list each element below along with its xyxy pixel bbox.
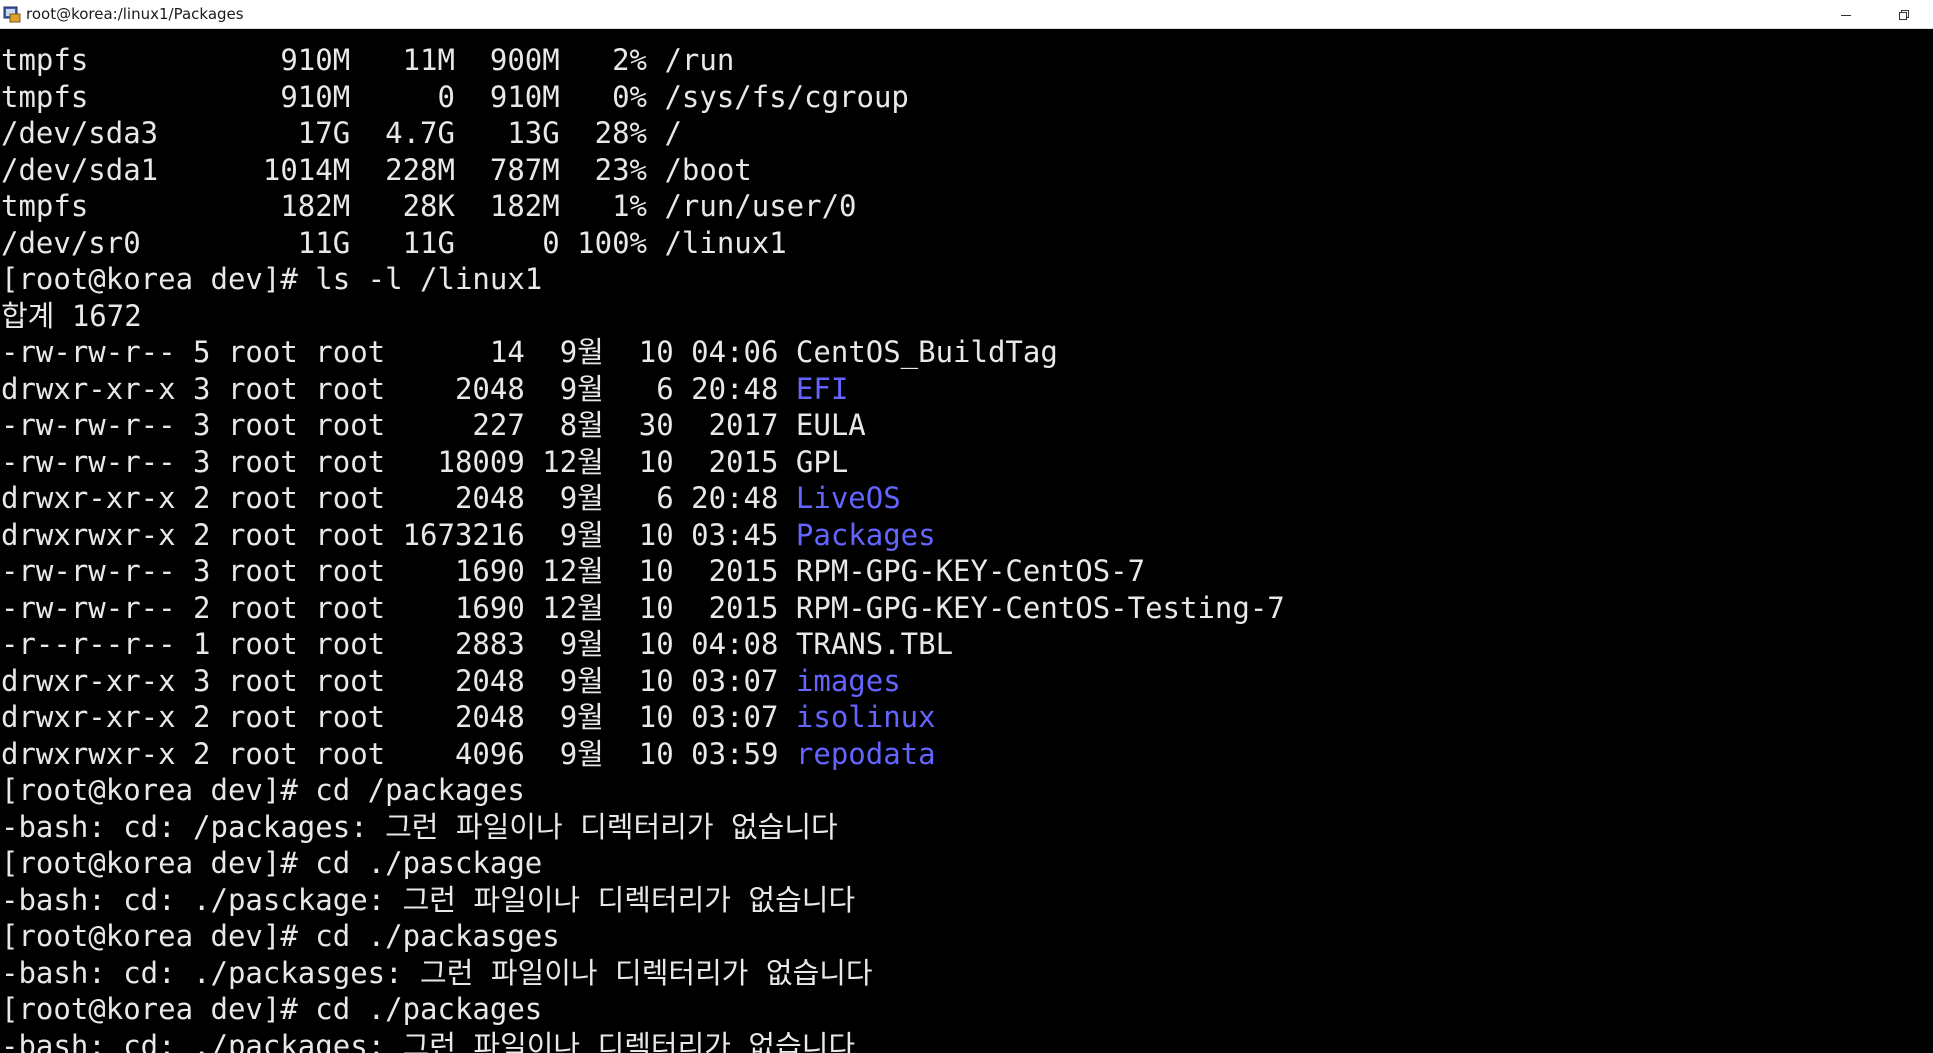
error-line: -bash: cd: ./pasckage: 그런 파일이나 디렉터리가 없습니… bbox=[1, 882, 856, 917]
ls-entry-dirname: repodata bbox=[795, 736, 936, 771]
ls-entry: -r--r--r-- 1 root root 2883 9월 10 04:08 … bbox=[1, 626, 1933, 663]
error-line: -bash: cd: /packages: 그런 파일이나 디렉터리가 없습니다 bbox=[1, 809, 838, 844]
df-row: /dev/sr0 11G 11G 0 100% /linux1 bbox=[1, 225, 787, 260]
ls-entry-filename: CentOS_BuildTag bbox=[795, 335, 1058, 369]
ls-entry: -rw-rw-r-- 2 root root 1690 12월 10 2015 … bbox=[1, 590, 1933, 627]
ls-entry: -rw-rw-r-- 3 root root 18009 12월 10 2015… bbox=[1, 444, 1933, 481]
terminal-app-icon bbox=[2, 4, 22, 24]
prompt-line: [root@korea dev]# cd ./packasges bbox=[1, 919, 560, 953]
df-output: tmpfs 910M 11M 900M 2% /run tmpfs 910M 0… bbox=[1, 42, 1933, 261]
ls-entry: -rw-rw-r-- 3 root root 1690 12월 10 2015 … bbox=[1, 553, 1933, 590]
ls-entry-filename: RPM-GPG-KEY-CentOS-Testing-7 bbox=[795, 590, 1285, 625]
restore-icon bbox=[1899, 9, 1909, 20]
error-line: -bash: cd: ./packages: 그런 파일이나 디렉터리가 없습니… bbox=[1, 1028, 856, 1053]
ls-entry-meta: -rw-rw-r-- 2 root root 1690 12월 10 2015 bbox=[1, 590, 796, 625]
ls-entry-meta: -rw-rw-r-- 3 root root 18009 12월 10 2015 bbox=[1, 444, 796, 479]
ls-entry-filename: GPL bbox=[795, 444, 849, 479]
ls-entry-dirname: LiveOS bbox=[795, 481, 901, 515]
ls-entry-meta: -rw-rw-r-- 3 root root 1690 12월 10 2015 bbox=[1, 554, 796, 588]
window-title: root@korea:/linux1/Packages bbox=[26, 5, 244, 23]
df-row: tmpfs 182M 28K 182M 1% /run/user/0 bbox=[1, 189, 857, 223]
ls-entry: drwxr-xr-x 3 root root 2048 9월 6 20:48 E… bbox=[1, 371, 1933, 408]
ls-entry-meta: drwxrwxr-x 2 root root 1673216 9월 10 03:… bbox=[1, 517, 796, 552]
prompt-line: [root@korea dev]# cd ./packages bbox=[1, 992, 543, 1026]
ls-entry-meta: drwxr-xr-x 3 root root 2048 9월 6 20:48 bbox=[1, 371, 796, 406]
ls-entry: -rw-rw-r-- 3 root root 227 8월 30 2017 EU… bbox=[1, 407, 1933, 444]
prompt-line: [root@korea dev]# cd ./pasckage bbox=[1, 846, 543, 880]
ls-entry-meta: -rw-rw-r-- 5 root root 14 9월 10 04:06 bbox=[1, 335, 796, 369]
ls-entry-dirname: images bbox=[795, 663, 901, 698]
ls-entry-dirname: EFI bbox=[795, 371, 849, 406]
window-titlebar[interactable]: root@korea:/linux1/Packages bbox=[0, 0, 1933, 29]
error-line: -bash: cd: ./packasges: 그런 파일이나 디렉터리가 없습… bbox=[1, 955, 873, 990]
cd-attempts: [root@korea dev]# cd /packages -bash: cd… bbox=[1, 772, 1933, 1053]
ls-entry-filename: RPM-GPG-KEY-CentOS-7 bbox=[795, 554, 1146, 588]
ls-entry: drwxr-xr-x 3 root root 2048 9월 10 03:07 … bbox=[1, 663, 1933, 700]
ls-entry-filename: EULA bbox=[795, 408, 866, 442]
ls-entry-dirname: isolinux bbox=[795, 700, 936, 734]
terminal-output[interactable]: tmpfs 910M 11M 900M 2% /run tmpfs 910M 0… bbox=[0, 29, 1933, 1053]
ls-entry-meta: drwxr-xr-x 2 root root 2048 9월 10 03:07 bbox=[1, 700, 796, 734]
ls-entry: drwxr-xr-x 2 root root 2048 9월 10 03:07 … bbox=[1, 699, 1933, 736]
ls-entry-dirname: Packages bbox=[795, 517, 936, 552]
ls-command-line: [root@korea dev]# ls -l /linux1 bbox=[1, 262, 543, 296]
ls-entry-meta: drwxr-xr-x 3 root root 2048 9월 10 03:07 bbox=[1, 663, 796, 698]
ls-output: -rw-rw-r-- 5 root root 14 9월 10 04:06 Ce… bbox=[1, 334, 1933, 772]
df-row: tmpfs 910M 0 910M 0% /sys/fs/cgroup bbox=[1, 79, 909, 114]
ls-entry: drwxrwxr-x 2 root root 4096 9월 10 03:59 … bbox=[1, 736, 1933, 773]
ls-total: 합계 1672 bbox=[1, 298, 142, 333]
ls-entry-meta: -rw-rw-r-- 3 root root 227 8월 30 2017 bbox=[1, 408, 796, 442]
df-row: /dev/sda3 17G 4.7G 13G 28% / bbox=[1, 116, 682, 150]
window-controls bbox=[1817, 0, 1933, 29]
ls-entry: -rw-rw-r-- 5 root root 14 9월 10 04:06 Ce… bbox=[1, 334, 1933, 371]
prompt-line: [root@korea dev]# cd /packages bbox=[1, 773, 525, 807]
ls-entry-meta: drwxr-xr-x 2 root root 2048 9월 6 20:48 bbox=[1, 481, 796, 515]
ls-entry: drwxrwxr-x 2 root root 1673216 9월 10 03:… bbox=[1, 517, 1933, 554]
restore-button[interactable] bbox=[1875, 0, 1933, 29]
df-row: tmpfs 910M 11M 900M 2% /run bbox=[1, 43, 735, 77]
df-row: /dev/sda1 1014M 228M 787M 23% /boot bbox=[1, 152, 752, 187]
minimize-button[interactable] bbox=[1817, 0, 1875, 29]
ls-entry: drwxr-xr-x 2 root root 2048 9월 6 20:48 L… bbox=[1, 480, 1933, 517]
minimize-icon bbox=[1841, 14, 1851, 16]
ls-entry-meta: drwxrwxr-x 2 root root 4096 9월 10 03:59 bbox=[1, 736, 796, 771]
ls-entry-filename: TRANS.TBL bbox=[795, 627, 954, 661]
ls-entry-meta: -r--r--r-- 1 root root 2883 9월 10 04:08 bbox=[1, 627, 796, 661]
